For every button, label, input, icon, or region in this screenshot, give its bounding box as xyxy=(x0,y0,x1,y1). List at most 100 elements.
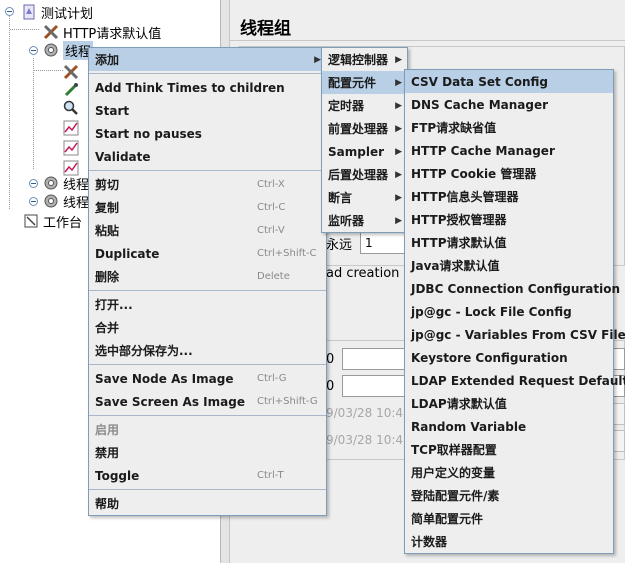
collapse-toggle[interactable] xyxy=(5,7,14,16)
menu-item-label: HTTP授权管理器 xyxy=(411,213,507,227)
chart-icon xyxy=(62,119,80,137)
menu-item-label: TCP取样器配置 xyxy=(411,443,497,457)
tree-item-child[interactable] xyxy=(62,118,83,138)
menu-item-paste[interactable]: 粘贴 Ctrl-V xyxy=(89,219,326,242)
menu-item-label: JDBC Connection Configuration xyxy=(411,281,621,296)
expand-toggle[interactable] xyxy=(29,197,38,206)
expand-toggle[interactable] xyxy=(29,179,38,188)
menu-item-csv-data-set-config[interactable]: CSV Data Set Config xyxy=(405,70,613,93)
menu-item-lock-file-config[interactable]: jp@gc - Lock File Config xyxy=(405,300,613,323)
shortcut-text: Ctrl-V xyxy=(257,225,285,236)
submenu-arrow-icon: ▶ xyxy=(395,100,402,111)
menu-item-ldap-request-defaults[interactable]: LDAP请求默认值 xyxy=(405,392,613,415)
menu-item-java-request-defaults[interactable]: Java请求默认值 xyxy=(405,254,613,277)
menu-item-duplicate[interactable]: Duplicate Ctrl+Shift-C xyxy=(89,242,326,265)
submenu-arrow-icon: ▶ xyxy=(395,192,402,203)
menu-item-label: 复制 xyxy=(95,201,120,215)
menu-item-keystore-config[interactable]: Keystore Configuration xyxy=(405,346,613,369)
menu-item-cut[interactable]: 剪切 Ctrl-X xyxy=(89,173,326,196)
submenu-arrow-icon: ▶ xyxy=(395,146,402,157)
menu-item-timer[interactable]: 定时器 ▶ xyxy=(322,94,407,117)
menu-item-merge[interactable]: 合并 xyxy=(89,316,326,339)
menu-item-label: 登陆配置元件/素 xyxy=(411,489,500,503)
tools-icon xyxy=(42,23,60,41)
menu-item-label: 计数器 xyxy=(411,535,448,549)
menu-item-ftp-defaults[interactable]: FTP请求缺省值 xyxy=(405,116,613,139)
chart-icon xyxy=(62,139,80,157)
tree-item-child[interactable] xyxy=(62,138,83,158)
menu-item-user-defined-variables[interactable]: 用户定义的变量 xyxy=(405,461,613,484)
menu-item-sampler[interactable]: Sampler ▶ xyxy=(322,140,407,163)
menu-item-counter[interactable]: 计数器 xyxy=(405,530,613,553)
menu-item-http-request-defaults[interactable]: HTTP请求默认值 xyxy=(405,231,613,254)
menu-item-post-processor[interactable]: 后置处理器 ▶ xyxy=(322,163,407,186)
menu-item-pre-processor[interactable]: 前置处理器 ▶ xyxy=(322,117,407,140)
menu-item-http-cookie-manager[interactable]: HTTP Cookie 管理器 xyxy=(405,162,613,185)
tree-connector xyxy=(33,58,34,170)
menu-item-listener[interactable]: 监听器 ▶ xyxy=(322,209,407,232)
tree-item-child[interactable] xyxy=(62,62,83,82)
menu-item-http-cache-manager[interactable]: HTTP Cache Manager xyxy=(405,139,613,162)
menu-item-label: FTP请求缺省值 xyxy=(411,121,497,135)
context-menu: 添加 ▶ Add Think Times to children Start St… xyxy=(88,47,327,516)
gear-icon xyxy=(42,192,60,210)
menu-item-jdbc-connection-config[interactable]: JDBC Connection Configuration xyxy=(405,277,620,300)
submenu-arrow-icon: ▶ xyxy=(314,54,321,65)
menu-item-start-no-pauses[interactable]: Start no pauses xyxy=(89,122,326,145)
menu-item-ldap-extended-defaults[interactable]: LDAP Extended Request Defaults xyxy=(405,369,625,392)
menu-item-label: 选中部分保存为... xyxy=(95,344,193,358)
menu-item-enable: 启用 xyxy=(89,418,326,441)
tree-item-test-plan[interactable]: 测试计划 xyxy=(20,2,93,22)
menu-item-label: Duplicate xyxy=(95,246,160,261)
menu-item-label: 后置处理器 xyxy=(328,168,389,182)
config-element-submenu: CSV Data Set Config DNS Cache Manager FT… xyxy=(404,69,625,554)
menu-item-disable[interactable]: 禁用 xyxy=(89,441,326,464)
menu-item-dns-cache-manager[interactable]: DNS Cache Manager xyxy=(405,93,613,116)
menu-item-validate[interactable]: Validate xyxy=(89,145,326,168)
menu-item-copy[interactable]: 复制 Ctrl-C xyxy=(89,196,326,219)
title-divider xyxy=(230,40,625,41)
menu-item-simple-config[interactable]: 简单配置元件 xyxy=(405,507,613,530)
menu-item-open[interactable]: 打开... xyxy=(89,293,326,316)
menu-item-delete[interactable]: 删除 Delete xyxy=(89,265,326,288)
tree-connector xyxy=(34,70,64,71)
menu-item-config-element[interactable]: 配置元件 ▶ xyxy=(322,71,407,94)
menu-item-save-screen-image[interactable]: Save Screen As Image Ctrl+Shift-G xyxy=(89,390,326,413)
menu-item-label: Save Screen As Image xyxy=(95,394,245,409)
tree-item-http-defaults[interactable]: HTTP请求默认值 xyxy=(42,22,161,42)
magnifier-icon xyxy=(62,99,80,117)
tree-item-child[interactable] xyxy=(62,80,83,100)
tree-item-label: 线程 xyxy=(63,177,90,193)
menu-item-help[interactable]: 帮助 xyxy=(89,492,326,515)
menu-item-add-think-times[interactable]: Add Think Times to children xyxy=(89,76,326,99)
menu-item-toggle[interactable]: Toggle Ctrl-T xyxy=(89,464,326,487)
tree-item-thread-group-2[interactable]: 线程 xyxy=(42,173,89,193)
workbench-icon xyxy=(22,212,40,230)
menu-item-variables-from-csv[interactable]: jp@gc - Variables From CSV File xyxy=(405,323,625,346)
start-time-value: 9/03/28 10:45 xyxy=(326,406,411,420)
menu-item-tcp-sampler-config[interactable]: TCP取样器配置 xyxy=(405,438,613,461)
menu-item-login-config[interactable]: 登陆配置元件/素 xyxy=(405,484,613,507)
menu-item-label: 打开... xyxy=(95,298,133,312)
menu-item-start[interactable]: Start xyxy=(89,99,326,122)
tree-item-child[interactable] xyxy=(62,98,83,118)
tree-connector xyxy=(9,14,10,210)
menu-item-label: HTTP Cookie 管理器 xyxy=(411,167,537,181)
shortcut-text: Ctrl-X xyxy=(257,179,285,190)
menu-item-save-node-image[interactable]: Save Node As Image Ctrl-G xyxy=(89,367,326,390)
tree-item-workbench[interactable]: 工作台 xyxy=(22,211,82,231)
menu-item-add[interactable]: 添加 ▶ xyxy=(89,48,326,71)
menu-item-label: HTTP Cache Manager xyxy=(411,143,555,158)
menu-item-http-header-manager[interactable]: HTTP信息头管理器 xyxy=(405,185,613,208)
menu-item-random-variable[interactable]: Random Variable xyxy=(405,415,613,438)
tree-item-label: 线程 xyxy=(63,195,90,211)
menu-item-label: 启用 xyxy=(95,423,120,437)
collapse-toggle[interactable] xyxy=(29,46,38,55)
menu-item-logic-controller[interactable]: 逻辑控制器 ▶ xyxy=(322,48,407,71)
tree-item-thread-group-3[interactable]: 线程 xyxy=(42,191,89,211)
menu-item-http-auth-manager[interactable]: HTTP授权管理器 xyxy=(405,208,613,231)
menu-item-label: 简单配置元件 xyxy=(411,512,484,526)
menu-item-assertion[interactable]: 断言 ▶ xyxy=(322,186,407,209)
tree-item-thread-group-1[interactable]: 线程 xyxy=(42,40,94,60)
menu-item-save-selection[interactable]: 选中部分保存为... xyxy=(89,339,326,362)
